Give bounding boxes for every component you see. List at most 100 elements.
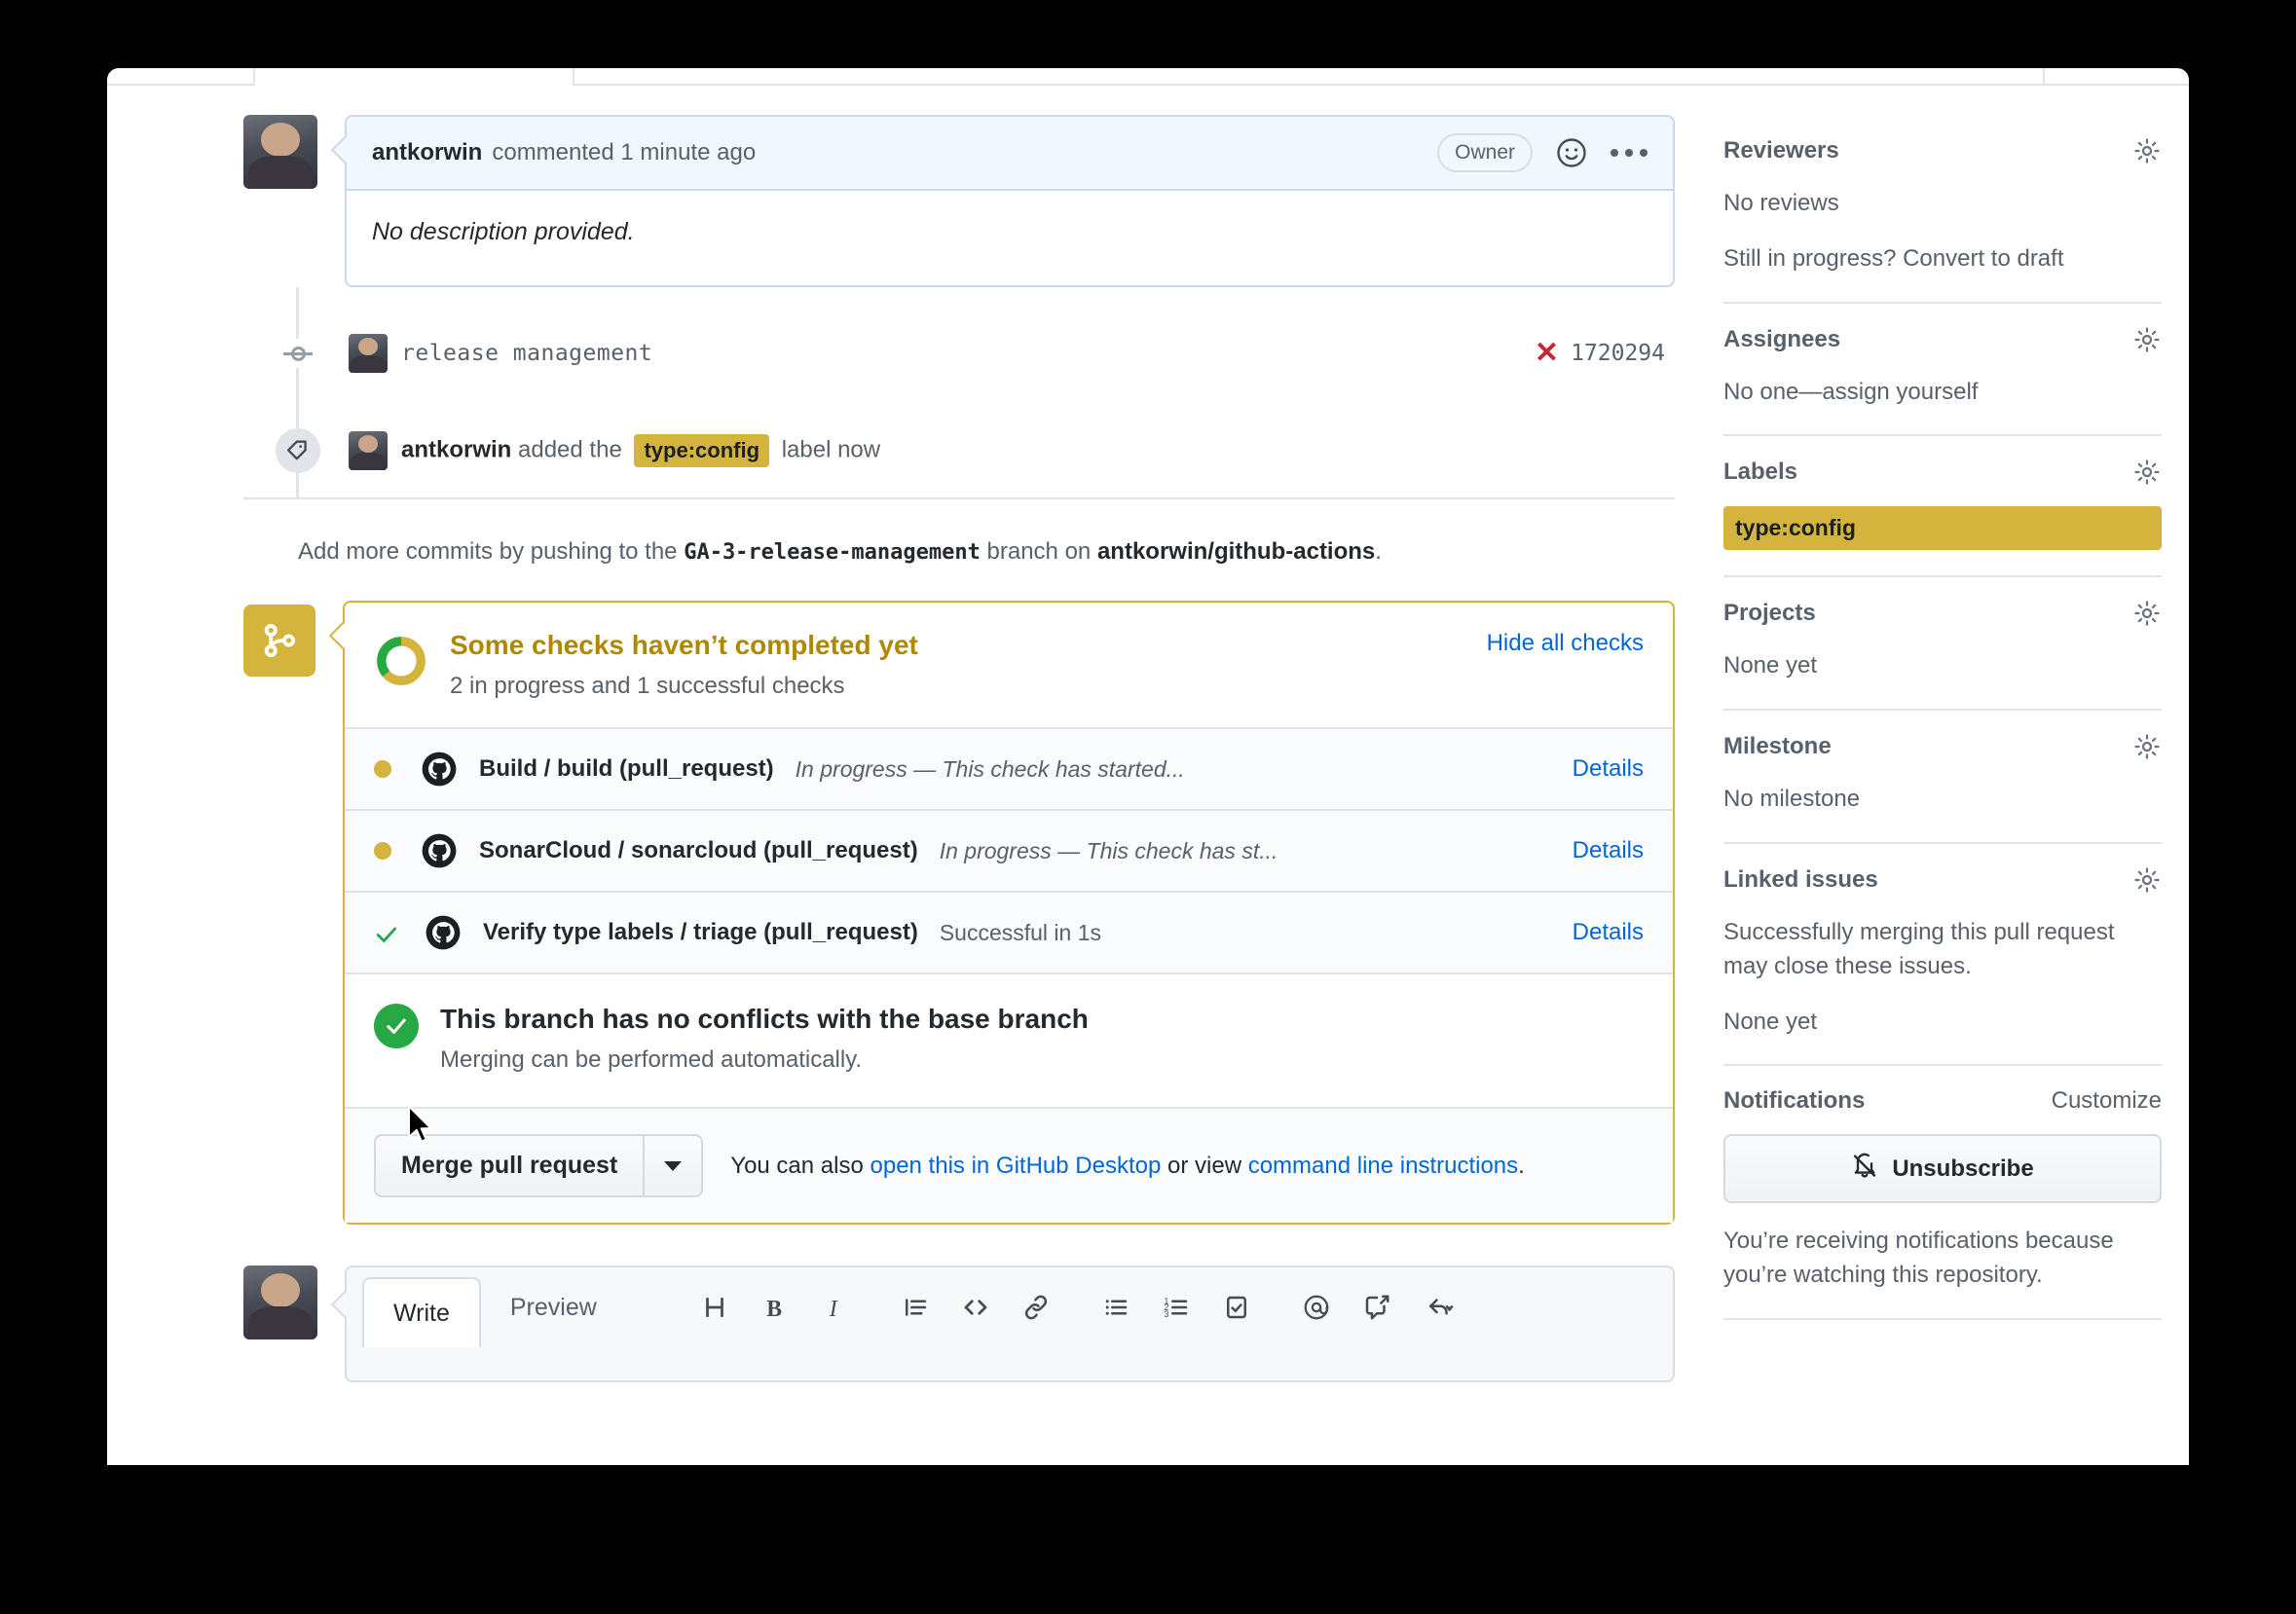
mention-icon[interactable] [1286, 1293, 1347, 1322]
github-actions-icon [425, 914, 462, 951]
checks-title: Some checks haven’t completed yet [450, 630, 918, 660]
timeline-label-event: antkorwin added the type:config label no… [251, 410, 1675, 497]
assignees-text[interactable]: No one—assign yourself [1723, 376, 2162, 410]
check-details-link[interactable]: Details [1573, 837, 1644, 864]
label-event-action: added the [518, 436, 622, 463]
ordered-list-icon[interactable]: 123 [1146, 1293, 1206, 1322]
merge-conflict-status: This branch has no conflicts with the ba… [345, 972, 1673, 1107]
reply-icon[interactable] [1407, 1293, 1471, 1322]
linked-issues-title: Linked issues [1723, 865, 1878, 893]
tab-write[interactable]: Write [362, 1277, 481, 1347]
status-in-progress-icon [374, 760, 391, 778]
commit-message[interactable]: release management [401, 341, 652, 366]
comment-timestamp: commented 1 minute ago [492, 139, 757, 165]
tab-edge-fragment-right [2043, 68, 2160, 86]
labels-title: Labels [1723, 459, 1798, 486]
svg-text:3: 3 [1164, 1309, 1168, 1319]
check-details-link[interactable]: Details [1573, 755, 1644, 783]
pr-sidebar: Reviewers No reviews Still in progress? … [1723, 115, 2162, 1320]
status-success-icon [374, 922, 397, 943]
label-chip[interactable]: type:config [1723, 506, 2162, 551]
comment-menu-icon[interactable] [1611, 149, 1648, 157]
check-status: In progress — This check has st... [939, 837, 1278, 863]
avatar[interactable] [243, 1266, 317, 1339]
code-icon[interactable] [945, 1293, 1006, 1322]
repo-name: antkorwin/github-actions [1096, 538, 1376, 565]
gear-icon[interactable] [2132, 325, 2162, 354]
check-row[interactable]: SonarCloud / sonarcloud (pull_request) I… [345, 809, 1673, 891]
link-icon[interactable] [1006, 1293, 1066, 1322]
merge-pull-request-button[interactable]: Merge pull request [374, 1134, 644, 1197]
gear-icon[interactable] [2132, 136, 2162, 165]
bell-slash-icon [1851, 1152, 1878, 1186]
comment-block: antkorwin commented 1 minute ago Owner N… [243, 115, 1675, 287]
checks-summary: Some checks haven’t completed yet 2 in p… [345, 603, 1673, 727]
heading-icon[interactable] [685, 1293, 745, 1322]
gear-icon[interactable] [2132, 732, 2162, 761]
add-commits-period: . [1375, 538, 1382, 565]
merge-status-block: Some checks haven’t completed yet 2 in p… [243, 601, 1675, 1225]
editor-box: Write Preview B I 1 2 3 [345, 1266, 1675, 1382]
gear-icon[interactable] [2132, 458, 2162, 487]
status-in-progress-icon [374, 842, 391, 860]
check-row[interactable]: Verify type labels / triage (pull_reques… [345, 891, 1673, 972]
sidebar-section-labels: Labels type:config [1723, 436, 2162, 578]
quote-icon[interactable] [885, 1293, 945, 1322]
check-name: SonarCloud / sonarcloud (pull_request) [479, 837, 918, 863]
convert-to-draft-text[interactable]: Still in progress? Convert to draft [1723, 242, 2162, 276]
label-event-actor[interactable]: antkorwin [401, 436, 511, 462]
linked-issues-none: None yet [1723, 1008, 1818, 1035]
check-name: Build / build (pull_request) [479, 755, 774, 782]
merge-note-prefix: You can also [730, 1152, 864, 1179]
task-list-icon[interactable] [1206, 1293, 1267, 1322]
tab-preview[interactable]: Preview [481, 1267, 626, 1347]
unsubscribe-label: Unsubscribe [1892, 1155, 2034, 1182]
svg-text:B: B [766, 1297, 782, 1322]
italic-icon[interactable]: I [805, 1293, 866, 1322]
merge-box: Some checks haven’t completed yet 2 in p… [343, 601, 1675, 1225]
saved-reply-icon[interactable] [1347, 1293, 1407, 1322]
avatar[interactable] [349, 334, 388, 373]
sidebar-section-projects: Projects None yet [1723, 577, 2162, 712]
avatar[interactable] [349, 431, 388, 470]
open-in-github-desktop-link[interactable]: open this in GitHub Desktop [870, 1153, 1162, 1179]
add-commits-middle: branch on [986, 538, 1092, 565]
branch-name: GA-3-release-management [684, 540, 981, 565]
label-chip[interactable]: type:config [634, 434, 770, 467]
check-details-link[interactable]: Details [1573, 919, 1644, 946]
hide-all-checks-link[interactable]: Hide all checks [1487, 630, 1644, 657]
avatar[interactable] [243, 115, 317, 189]
check-status: Successful in 1s [939, 919, 1102, 945]
add-reaction-icon[interactable] [1554, 135, 1589, 170]
sidebar-section-assignees: Assignees No one—assign yourself [1723, 304, 2162, 437]
owner-badge: Owner [1437, 133, 1533, 172]
gear-icon[interactable] [2132, 865, 2162, 895]
customize-notifications-link[interactable]: Customize [2052, 1087, 2162, 1115]
tag-icon [276, 428, 320, 473]
sidebar-section-reviewers: Reviewers No reviews Still in progress? … [1723, 115, 2162, 304]
reviewers-text: No reviews [1723, 190, 1839, 216]
sidebar-section-milestone: Milestone No milestone [1723, 711, 2162, 844]
conflict-title: This branch has no conflicts with the ba… [440, 1004, 1089, 1034]
commit-sha[interactable]: 1720294 [1571, 341, 1665, 366]
github-pull-request-page: antkorwin commented 1 minute ago Owner N… [107, 68, 2189, 1465]
check-row[interactable]: Build / build (pull_request) In progress… [345, 727, 1673, 809]
merge-options-dropdown[interactable] [643, 1134, 704, 1197]
commit-status-failed-icon[interactable]: ✕ [1535, 339, 1559, 368]
editor-tabs: Write Preview B I 1 2 3 [347, 1267, 1673, 1347]
command-line-instructions-link[interactable]: command line instructions [1248, 1153, 1518, 1179]
milestone-text: No milestone [1723, 786, 1861, 813]
notifications-text: You’re receiving notifications because y… [1723, 1228, 2114, 1289]
comment-author[interactable]: antkorwin [372, 139, 482, 166]
check-status: In progress — This check has started... [795, 755, 1185, 782]
milestone-title: Milestone [1723, 733, 1832, 760]
add-commits-prefix: Add more commits by pushing to the [298, 538, 678, 565]
assignees-title: Assignees [1723, 325, 1841, 352]
unsubscribe-button[interactable]: Unsubscribe [1723, 1134, 2162, 1204]
bold-icon[interactable]: B [745, 1293, 805, 1322]
git-merge-icon [243, 605, 315, 677]
markdown-toolbar: B I 1 2 3 [685, 1267, 1471, 1347]
gear-icon[interactable] [2132, 599, 2162, 628]
comment-box: antkorwin commented 1 minute ago Owner N… [345, 115, 1675, 287]
unordered-list-icon[interactable] [1086, 1293, 1146, 1322]
